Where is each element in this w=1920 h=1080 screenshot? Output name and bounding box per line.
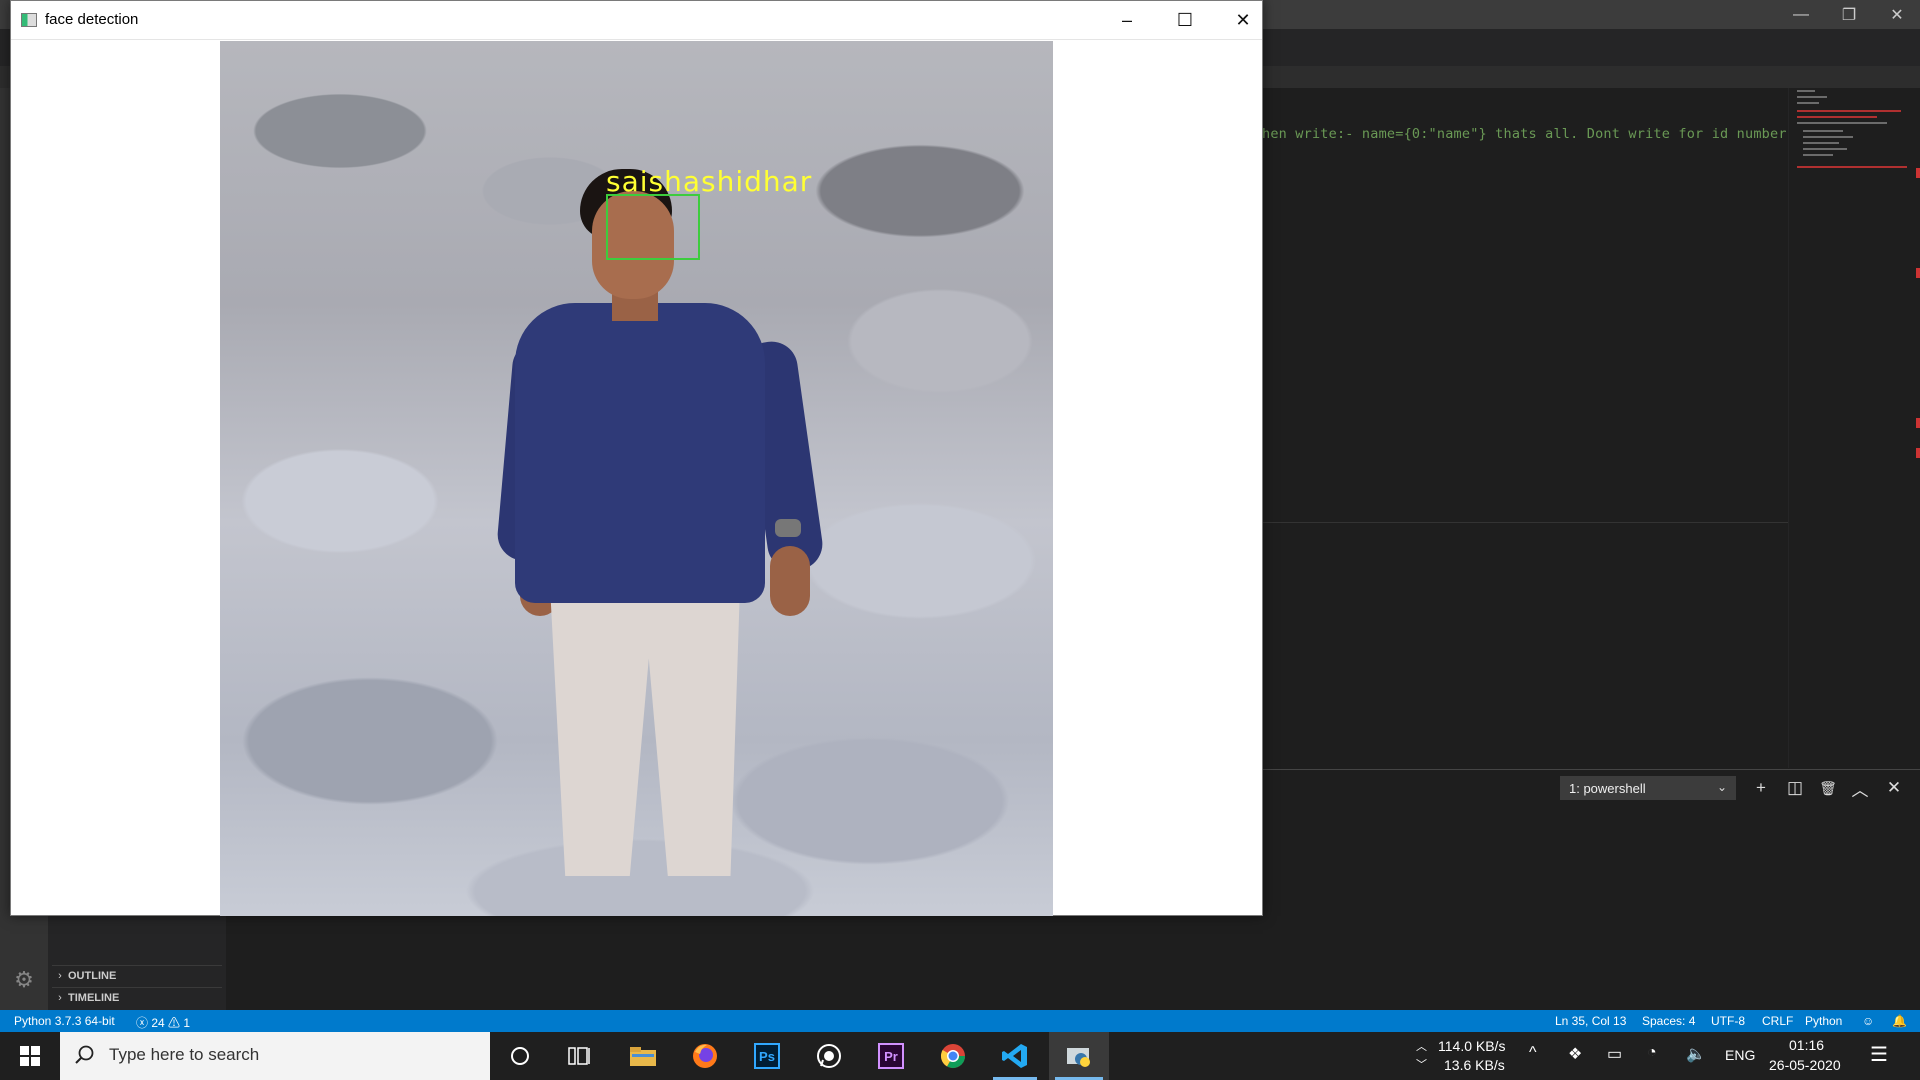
- new-terminal-icon[interactable]: +: [1749, 776, 1773, 800]
- photoshop-label: Ps: [754, 1043, 780, 1069]
- panel-border: [1262, 769, 1920, 770]
- person-pants: [550, 586, 740, 876]
- face-label: saishashidhar: [606, 165, 813, 198]
- upload-icon: ︿: [1416, 1041, 1427, 1053]
- person-hand: [770, 546, 810, 616]
- network-download-speed: 13.6 KB/s: [1444, 1057, 1505, 1073]
- close-button[interactable]: ✕: [1214, 1, 1272, 39]
- start-button[interactable]: [0, 1032, 60, 1080]
- maximize-button[interactable]: ☐: [1156, 1, 1214, 39]
- taskbar-search[interactable]: Type here to search: [60, 1032, 490, 1080]
- cortana-icon[interactable]: [492, 1032, 548, 1080]
- firefox-icon[interactable]: [677, 1032, 733, 1080]
- premiere-icon[interactable]: Pr: [863, 1032, 919, 1080]
- whatsapp-icon[interactable]: [801, 1032, 857, 1080]
- wifi-icon[interactable]: ◔: [1647, 1044, 1657, 1062]
- encoding[interactable]: UTF-8: [1711, 1014, 1745, 1028]
- face-detection-window: face detection – ☐ ✕ saishashidhar: [10, 0, 1263, 916]
- timeline-label: TIMELINE: [68, 992, 120, 1004]
- outline-section[interactable]: › OUTLINE: [52, 965, 222, 986]
- language-mode[interactable]: Python: [1805, 1014, 1842, 1028]
- editor-divider: [1262, 522, 1788, 523]
- vscode-close-button[interactable]: ✕: [1874, 0, 1920, 29]
- taskbar: Type here to search Ps Pr ︿ ﹀ 114.0 KB/s…: [0, 1032, 1920, 1080]
- feedback-icon[interactable]: ☺: [1862, 1014, 1874, 1028]
- timeline-section[interactable]: › TIMELINE: [52, 987, 222, 1008]
- premiere-label: Pr: [878, 1043, 904, 1069]
- python-icon[interactable]: [1049, 1032, 1109, 1080]
- vscode-icon[interactable]: [987, 1032, 1043, 1080]
- python-interpreter[interactable]: Python 3.7.3 64-bit: [14, 1014, 115, 1028]
- clock-date[interactable]: 26-05-2020: [1769, 1057, 1841, 1073]
- download-icon: ﹀: [1416, 1059, 1427, 1071]
- outline-label: OUTLINE: [68, 970, 117, 982]
- task-view-icon[interactable]: [552, 1032, 608, 1080]
- photoshop-icon[interactable]: Ps: [739, 1032, 795, 1080]
- detection-image: saishashidhar: [220, 41, 1053, 916]
- gear-icon[interactable]: ⚙: [10, 966, 38, 994]
- show-hidden-icons-icon[interactable]: ^: [1529, 1044, 1537, 1062]
- dropbox-icon[interactable]: ❖: [1568, 1044, 1582, 1064]
- chrome-icon[interactable]: [925, 1032, 981, 1080]
- file-explorer-icon[interactable]: [615, 1032, 671, 1080]
- face-bounding-box: [606, 194, 700, 260]
- maximize-panel-icon[interactable]: ︿: [1848, 776, 1872, 800]
- volume-icon[interactable]: 🔈: [1686, 1044, 1706, 1064]
- close-panel-icon[interactable]: ✕: [1882, 776, 1906, 800]
- chevron-down-icon: ⌄: [1716, 780, 1727, 794]
- wristwatch: [775, 519, 801, 537]
- network-upload-speed: 114.0 KB/s: [1438, 1038, 1506, 1054]
- windows-icon: [20, 1046, 40, 1066]
- fd-titlebar[interactable]: face detection – ☐ ✕: [11, 1, 1262, 40]
- notifications-icon[interactable]: 🔔: [1892, 1014, 1907, 1028]
- input-language[interactable]: ENG: [1725, 1047, 1755, 1063]
- indentation[interactable]: Spaces: 4: [1642, 1014, 1695, 1028]
- chevron-right-icon: ›: [58, 992, 62, 1004]
- problems-indicator[interactable]: ⓧ 24 ⚠ 1: [136, 1014, 190, 1031]
- app-icon: [21, 13, 37, 27]
- status-bar: Python 3.7.3 64-bit ⓧ 24 ⚠ 1 Ln 35, Col …: [0, 1010, 1920, 1032]
- notification-center-icon[interactable]: ☰: [1870, 1042, 1888, 1067]
- clock-time[interactable]: 01:16: [1789, 1037, 1824, 1053]
- trash-icon[interactable]: 🗑: [1816, 776, 1840, 800]
- editor-comment-line[interactable]: hen write:- name={0:"name"} thats all. D…: [1262, 126, 1812, 142]
- terminal-select[interactable]: 1: powershell ⌄: [1560, 776, 1736, 800]
- vscode-minimize-button[interactable]: —: [1778, 0, 1824, 29]
- search-icon: [74, 1044, 98, 1068]
- end-of-line[interactable]: CRLF: [1762, 1014, 1793, 1028]
- split-terminal-icon[interactable]: ◫: [1783, 776, 1807, 800]
- minimap[interactable]: [1788, 88, 1909, 768]
- minimize-button[interactable]: –: [1098, 1, 1156, 39]
- cursor-position[interactable]: Ln 35, Col 13: [1555, 1014, 1626, 1028]
- vscode-restore-button[interactable]: ❐: [1826, 0, 1872, 29]
- chevron-right-icon: ›: [58, 970, 62, 982]
- person-shirt: [515, 303, 765, 603]
- battery-icon[interactable]: ▭: [1607, 1044, 1622, 1064]
- terminal-select-value: 1: powershell: [1569, 780, 1646, 796]
- window-title: face detection: [45, 11, 139, 28]
- search-placeholder: Type here to search: [109, 1045, 260, 1064]
